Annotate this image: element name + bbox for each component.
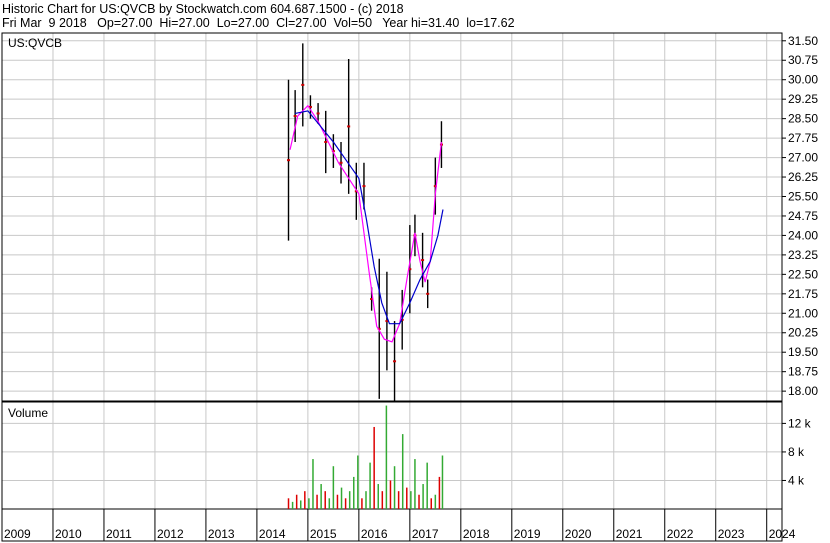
price-close-mark: [362, 185, 366, 188]
price-tick-label: 24.00: [788, 228, 818, 242]
price-tick-label: 26.25: [788, 170, 818, 184]
volume-bars: [287, 405, 444, 509]
symbol-label: US:QVCB: [8, 36, 62, 50]
price-tick-label: 30.75: [788, 53, 818, 67]
price-tick-label: 27.00: [788, 151, 818, 165]
year-tick-label: 2011: [106, 527, 132, 541]
volume-tick-label: 8 k: [788, 445, 805, 459]
price-tick-label: 27.75: [788, 131, 818, 145]
price-axis: 31.50 30.75 30.00 29.25 28.50 27.75 27.00 26.25…: [782, 34, 818, 398]
price-tick-label: 29.25: [788, 92, 818, 106]
volume-tick-label: 12 k: [788, 416, 812, 430]
year-tick-label: 2014: [259, 527, 286, 541]
year-tick-label: 2017: [412, 527, 439, 541]
moving-averages: [289, 104, 444, 343]
price-close-mark: [301, 83, 305, 86]
date-axis: 2009 2010 2011 2012 2013 2014 2015 2016 2017 2018…: [1, 509, 796, 541]
year-tick-label: 2013: [208, 527, 235, 541]
year-tick-label: 2016: [361, 527, 388, 541]
year-tick-label: 2024: [769, 527, 796, 541]
price-bars: [287, 43, 443, 402]
price-tick-label: 25.50: [788, 189, 818, 203]
volume-axis: 12 k 8 k 4 k: [782, 416, 812, 487]
price-close-mark: [339, 161, 343, 164]
price-tick-label: 22.50: [788, 267, 818, 281]
price-close-mark: [293, 115, 297, 118]
price-tick-label: 28.50: [788, 112, 818, 126]
price-tick-label: 19.50: [788, 345, 818, 359]
moving-average-long: [295, 110, 444, 325]
grid-lines: [1, 33, 782, 509]
price-tick-label: 30.00: [788, 73, 818, 87]
price-close-mark: [316, 112, 320, 115]
price-close-mark: [421, 259, 425, 262]
price-tick-label: 21.75: [788, 287, 818, 301]
year-tick-label: 2009: [4, 527, 31, 541]
year-tick-label: 2012: [157, 527, 184, 541]
price-tick-label: 18.00: [788, 384, 818, 398]
chart-canvas: 31.50 30.75 30.00 29.25 28.50 27.75 27.00 26.25…: [1, 32, 818, 542]
year-tick-label: 2022: [667, 527, 694, 541]
moving-average-short: [289, 104, 443, 343]
year-tick-label: 2021: [616, 527, 643, 541]
year-tick-label: 2015: [310, 527, 337, 541]
year-tick-label: 2019: [514, 527, 541, 541]
volume-tick-label: 4 k: [788, 473, 805, 487]
price-close-mark: [287, 159, 291, 162]
price-tick-label: 24.75: [788, 209, 818, 223]
price-tick-label: 20.25: [788, 326, 818, 340]
price-tick-label: 31.50: [788, 34, 818, 48]
price-close-mark: [393, 360, 397, 363]
year-tick-label: 2010: [55, 527, 82, 541]
year-tick-label: 2020: [565, 527, 592, 541]
price-tick-label: 23.25: [788, 248, 818, 262]
price-close-mark: [426, 292, 430, 295]
price-close-mark: [347, 125, 351, 128]
price-tick-label: 21.00: [788, 306, 818, 320]
year-tick-label: 2023: [718, 527, 745, 541]
year-tick-label: 2018: [463, 527, 490, 541]
price-close-mark: [324, 140, 328, 143]
price-tick-label: 18.75: [788, 365, 818, 379]
volume-label: Volume: [8, 406, 48, 420]
